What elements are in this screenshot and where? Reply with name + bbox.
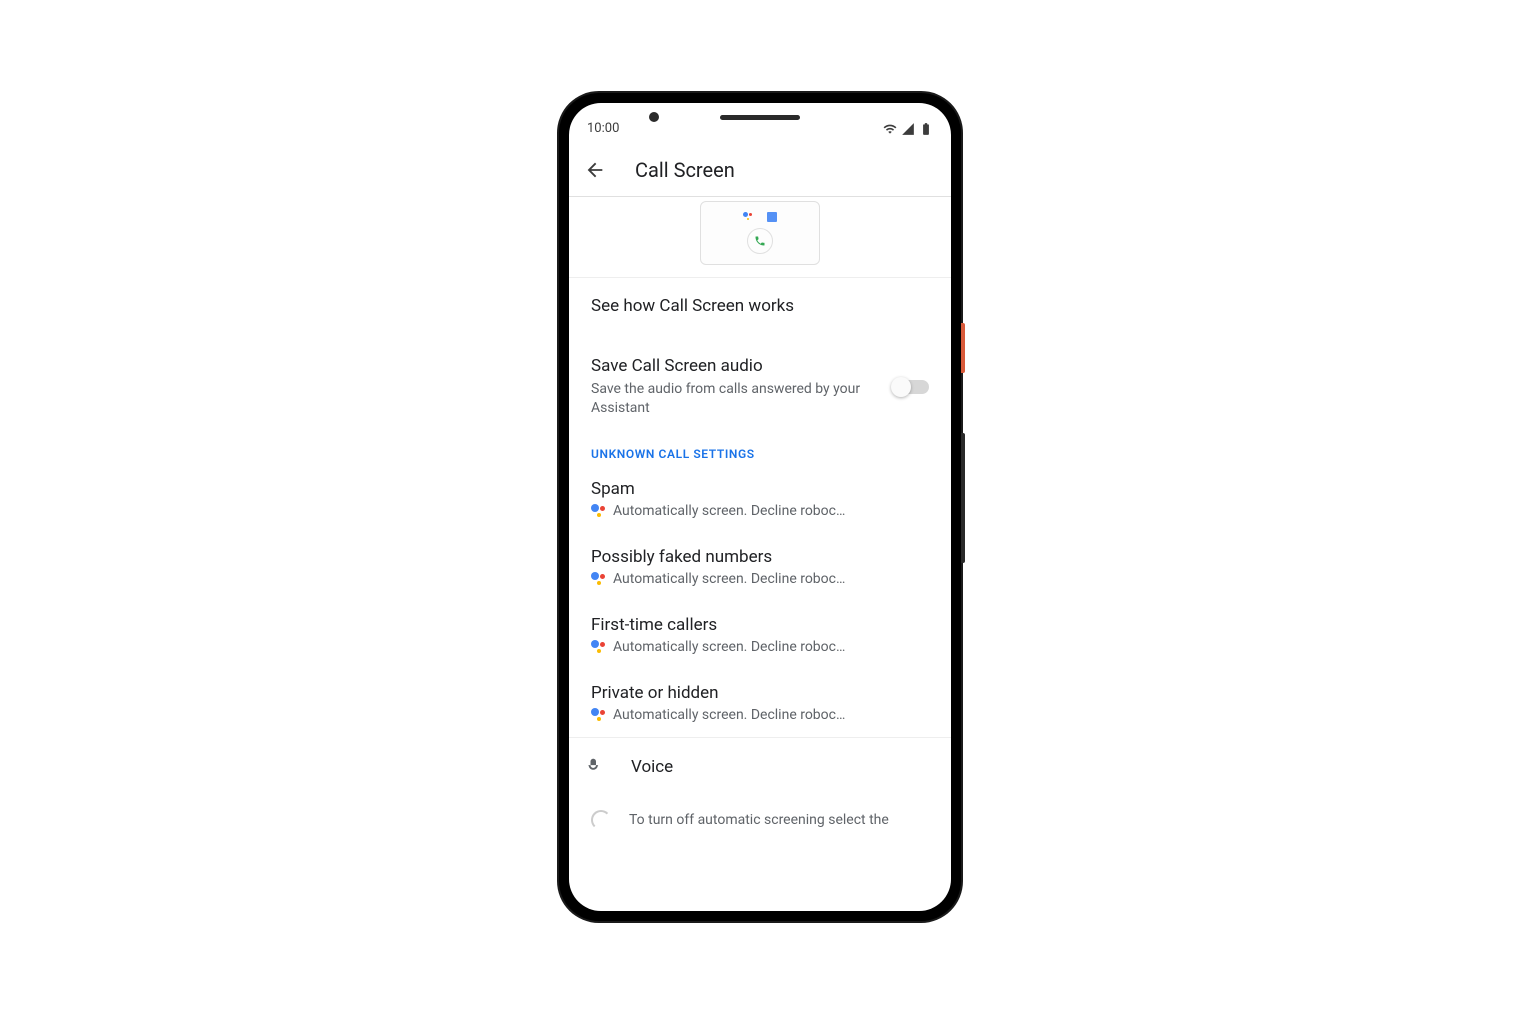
setting-private-title: Private or hidden: [591, 683, 929, 703]
preview-inner: [700, 201, 820, 265]
assistant-icon: [591, 708, 607, 722]
screen: 10:00 Call Screen: [569, 103, 951, 911]
assistant-icon: [591, 504, 607, 518]
content: See how Call Screen works Save Call Scre…: [569, 197, 951, 911]
arrow-back-icon: [584, 159, 606, 181]
setting-firsttime-subtitle: Automatically screen. Decline roboc…: [613, 639, 929, 655]
volume-button: [961, 433, 965, 563]
signal-icon: [901, 122, 915, 136]
assistant-icon: [591, 572, 607, 586]
voice-icon: [585, 756, 607, 778]
assistant-icon: [591, 640, 607, 654]
setting-faked-title: Possibly faked numbers: [591, 547, 929, 567]
save-audio-title: Save Call Screen audio: [591, 356, 881, 376]
footer-text: To turn off automatic screening select t…: [629, 812, 889, 828]
footer-note: To turn off automatic screening select t…: [569, 796, 951, 830]
setting-private-subtitle: Automatically screen. Decline roboc…: [613, 707, 929, 723]
status-time: 10:00: [587, 121, 619, 136]
app-bar: Call Screen: [569, 145, 951, 197]
back-button[interactable]: [583, 158, 607, 182]
see-how-works-item[interactable]: See how Call Screen works: [569, 278, 951, 338]
setting-first-time[interactable]: First-time callers Automatically screen.…: [569, 601, 951, 669]
chat-icon: [767, 212, 777, 222]
setting-firsttime-title: First-time callers: [591, 615, 929, 635]
setting-faked-numbers[interactable]: Possibly faked numbers Automatically scr…: [569, 533, 951, 601]
voice-item[interactable]: Voice: [569, 737, 951, 796]
page-title: Call Screen: [635, 158, 735, 182]
spinner-icon: [591, 810, 611, 830]
save-audio-item[interactable]: Save Call Screen audio Save the audio fr…: [569, 338, 951, 433]
see-how-works-label: See how Call Screen works: [591, 296, 929, 316]
phone-speaker: [720, 115, 800, 120]
phone-camera: [649, 112, 659, 122]
setting-spam-subtitle: Automatically screen. Decline roboc…: [613, 503, 929, 519]
setting-faked-subtitle: Automatically screen. Decline roboc…: [613, 571, 929, 587]
setting-spam-title: Spam: [591, 479, 929, 499]
power-button: [961, 323, 965, 373]
voice-label: Voice: [631, 757, 673, 777]
setting-private-hidden[interactable]: Private or hidden Automatically screen. …: [569, 669, 951, 737]
status-icons: [883, 122, 933, 136]
phone-icon: [754, 235, 766, 247]
preview-card: [569, 197, 951, 278]
call-button-preview: [747, 228, 773, 254]
battery-icon: [919, 122, 933, 136]
save-audio-toggle[interactable]: [893, 380, 929, 394]
preview-icons: [743, 212, 777, 222]
unknown-call-settings-header: UNKNOWN CALL SETTINGS: [569, 433, 951, 465]
toggle-thumb: [891, 377, 911, 397]
wifi-icon: [883, 122, 897, 136]
phone-frame: 10:00 Call Screen: [559, 93, 961, 921]
setting-spam[interactable]: Spam Automatically screen. Decline roboc…: [569, 465, 951, 533]
save-audio-subtitle: Save the audio from calls answered by yo…: [591, 380, 881, 419]
assistant-icon: [743, 212, 753, 222]
